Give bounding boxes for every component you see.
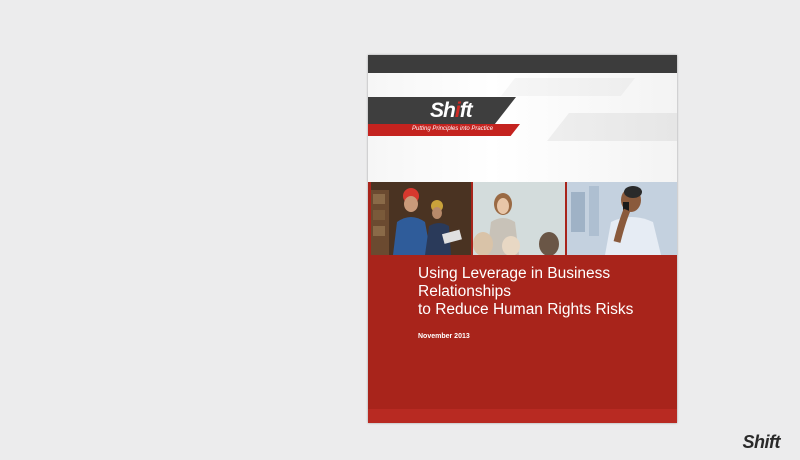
worker-photo [371,182,471,255]
report-title-line-1: Using Leverage in Business Relationships [418,265,611,300]
shift-brand-logo: Shift [742,432,781,452]
cover-bottom-band [368,409,677,423]
decorative-stripe [547,113,677,141]
logo-tagline: Putting Principles into Practice [412,126,494,132]
phone-call-photo [567,182,677,255]
decorative-stripe [501,78,635,96]
logo-accent-letter: i [454,99,461,122]
cover-top-bar [368,55,677,73]
cover-header: Shift Putting Principles into Practice [368,73,677,182]
report-date: November 2013 [418,333,470,340]
report-title: Using Leverage in Business Relationships… [418,265,670,319]
report-cover[interactable]: Shift Putting Principles into Practice U… [368,55,677,423]
report-title-line-2: to Reduce Human Rights Risks [418,301,634,318]
meeting-photo [473,182,565,255]
shift-logo: Shift [430,99,473,122]
